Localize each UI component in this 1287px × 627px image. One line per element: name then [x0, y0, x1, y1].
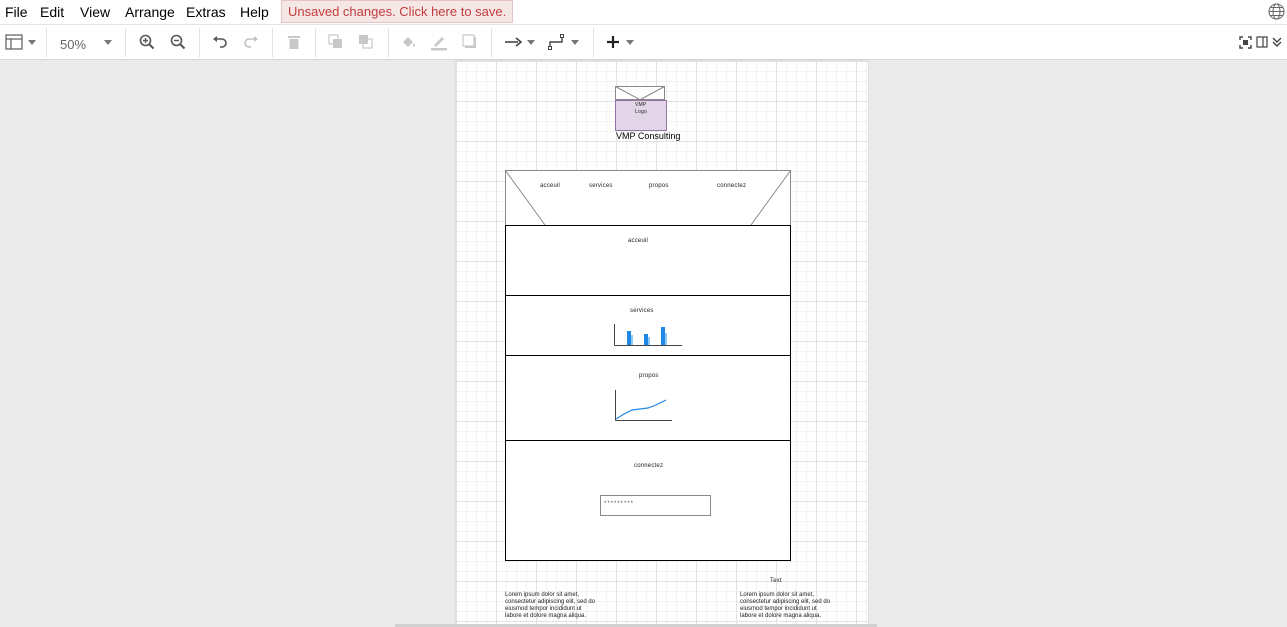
- divider: [125, 28, 126, 57]
- nav-item-connectez[interactable]: connectez: [717, 183, 746, 189]
- zoom-out-button[interactable]: [168, 31, 188, 53]
- to-back-icon: [359, 35, 373, 49]
- to-front-button[interactable]: [326, 31, 346, 53]
- divider: [388, 28, 389, 57]
- password-field[interactable]: *********: [600, 495, 711, 516]
- section-propos-title: propos: [639, 373, 659, 379]
- double-chevron-icon: [1272, 37, 1282, 47]
- lorem-text-right[interactable]: Lorem ipsum dolor sit amet, consectetur …: [740, 592, 835, 620]
- unsaved-changes-notice[interactable]: Unsaved changes. Click here to save.: [281, 0, 514, 23]
- arrow-right-icon: [504, 37, 522, 47]
- section-connectez-title: connectez: [634, 463, 664, 469]
- menu-file[interactable]: File: [5, 4, 28, 20]
- zoom-level[interactable]: 50%: [60, 37, 86, 52]
- undo-button[interactable]: [210, 31, 230, 53]
- bar-chart-icon[interactable]: [614, 324, 684, 347]
- to-front-icon: [328, 34, 342, 48]
- menu-extras[interactable]: Extras: [186, 4, 226, 20]
- divider: [272, 28, 273, 57]
- section-acceuil-title: acceuil: [628, 238, 649, 244]
- undo-icon: [213, 36, 227, 48]
- format-panel-toggle[interactable]: [3, 31, 37, 53]
- line-chart-icon[interactable]: [614, 390, 674, 422]
- shadow-button[interactable]: [460, 31, 480, 53]
- menu-edit[interactable]: Edit: [40, 4, 64, 20]
- nav-header-shape[interactable]: [505, 170, 792, 227]
- menu-help[interactable]: Help: [240, 4, 269, 20]
- divider: [491, 28, 492, 57]
- delete-button[interactable]: [284, 31, 304, 53]
- divider: [199, 28, 200, 57]
- divider: [593, 28, 594, 57]
- divider: [46, 28, 47, 57]
- waypoint-icon: [547, 34, 564, 50]
- footer-heading[interactable]: Text: [770, 578, 782, 584]
- toolbar: 50%: [0, 25, 1287, 60]
- fill-color-button[interactable]: [399, 31, 419, 53]
- nav-item-acceuil[interactable]: acceuil: [540, 183, 560, 189]
- waypoints-button[interactable]: [546, 31, 580, 53]
- trash-icon: [288, 36, 300, 49]
- diagram-canvas[interactable]: VMP Logo VMP Consulting acceuil services…: [0, 61, 1287, 627]
- fullscreen-icon: [1238, 35, 1252, 49]
- shadow-icon: [462, 34, 476, 48]
- zoom-out-icon: [170, 34, 186, 50]
- menu-view[interactable]: View: [80, 4, 110, 20]
- layout-icon: [4, 34, 23, 50]
- nav-item-propos[interactable]: propos: [649, 183, 669, 189]
- menubar: File Edit View Arrange Extras Help Unsav…: [0, 0, 1287, 25]
- chevron-down-icon: [526, 39, 535, 45]
- line-color-button[interactable]: [429, 31, 449, 53]
- redo-button[interactable]: [241, 31, 261, 53]
- logo-label: Logo: [635, 109, 647, 115]
- lorem-text-left[interactable]: Lorem ipsum dolor sit amet, consectetur …: [505, 592, 600, 620]
- collapse-toolbar-button[interactable]: [1270, 31, 1284, 53]
- section-acceuil[interactable]: [505, 225, 791, 296]
- logo-label: VMP: [635, 102, 647, 108]
- pencil-icon: [431, 37, 447, 51]
- diagram-page[interactable]: VMP Logo VMP Consulting acceuil services…: [456, 61, 868, 627]
- chevron-down-icon[interactable]: [104, 40, 112, 45]
- redo-icon: [244, 36, 258, 48]
- paint-bucket-icon: [403, 37, 415, 47]
- connection-style-button[interactable]: [502, 31, 536, 53]
- insert-button[interactable]: [604, 31, 636, 53]
- zoom-in-button[interactable]: [137, 31, 157, 53]
- globe-icon[interactable]: [1268, 3, 1285, 20]
- panel-icon: [1256, 36, 1268, 48]
- nav-item-services[interactable]: services: [589, 183, 613, 189]
- to-back-button[interactable]: [356, 31, 376, 53]
- company-name[interactable]: VMP Consulting: [616, 131, 680, 141]
- section-services-title: services: [630, 308, 654, 314]
- chevron-down-icon: [626, 39, 634, 45]
- zoom-in-icon: [139, 34, 155, 50]
- fullscreen-button[interactable]: [1238, 31, 1252, 53]
- chevron-down-icon: [27, 39, 36, 45]
- plus-icon: [607, 36, 619, 48]
- divider: [315, 28, 316, 57]
- menu-arrange[interactable]: Arrange: [125, 4, 175, 20]
- chevron-down-icon: [570, 39, 579, 45]
- format-panel-button[interactable]: [1255, 31, 1269, 53]
